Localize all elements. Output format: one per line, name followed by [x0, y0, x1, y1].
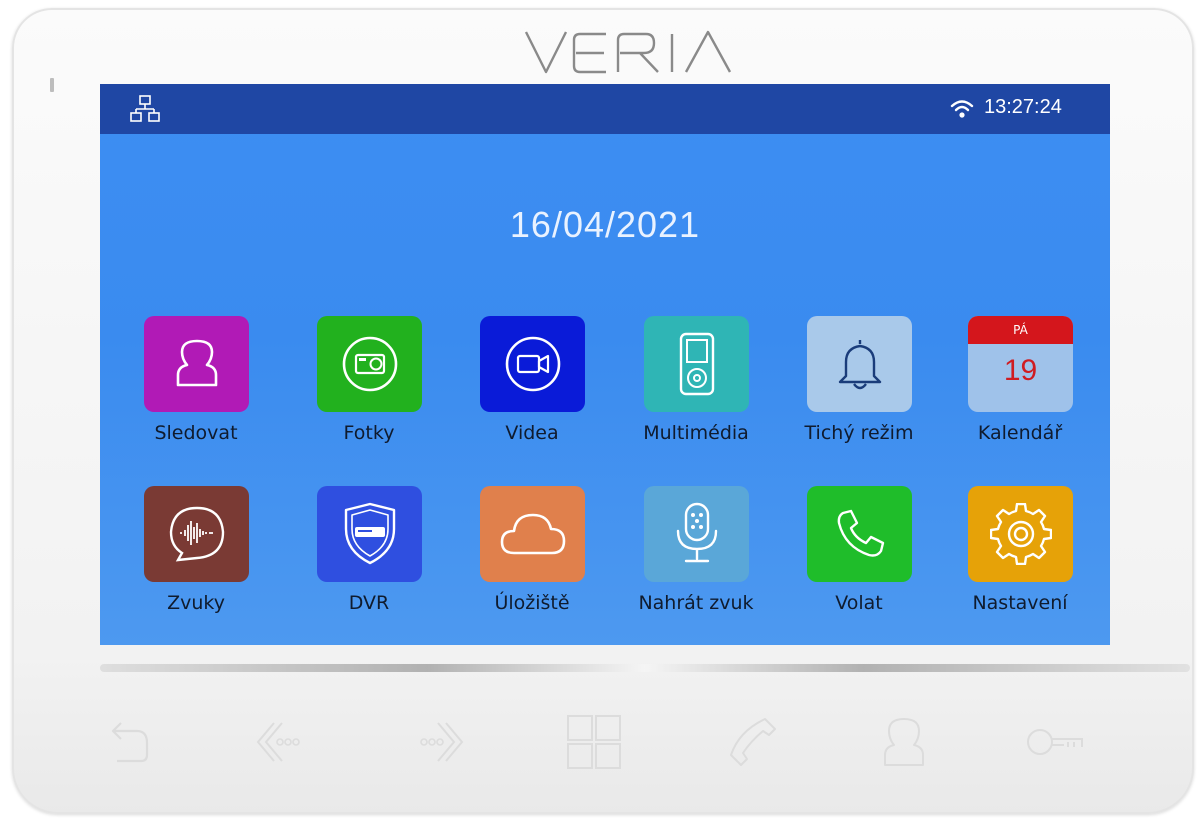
app-label: Sledovat [154, 422, 238, 444]
previous-button[interactable] [248, 710, 312, 774]
app-tile-nastaveni[interactable] [968, 486, 1073, 582]
music-player-icon [679, 332, 714, 396]
app-label: Videa [505, 422, 559, 444]
app-label: Nahrát zvuk [638, 592, 754, 614]
call-button[interactable] [720, 710, 784, 774]
network-icon [130, 95, 160, 122]
touch-screen: 13:27:24 16/04/2021 Sledovat Fotky Videa [100, 84, 1110, 645]
sound-wave-icon [169, 506, 224, 562]
app-label: DVR [348, 592, 390, 614]
app-label: Kalendář [977, 422, 1063, 444]
app-tile-nahrat-zvuk[interactable] [644, 486, 749, 582]
app-label: Úložiště [494, 592, 570, 614]
person-icon [176, 339, 217, 387]
previous-icon [256, 722, 300, 762]
calendar-day: 19 [1003, 354, 1038, 387]
bell-icon [838, 340, 881, 390]
monitor-button[interactable] [872, 710, 936, 774]
key-icon [1027, 729, 1083, 755]
app-tile-fotky[interactable] [317, 316, 422, 412]
app-label: Nastavení [972, 592, 1068, 614]
app-tile-videa[interactable] [480, 316, 585, 412]
phone-icon [837, 509, 884, 557]
app-label: Zvuky [167, 592, 225, 614]
microphone-icon [676, 502, 717, 563]
gear-icon [989, 503, 1052, 565]
unlock-button[interactable] [1024, 710, 1088, 774]
power-led [50, 78, 54, 92]
app-label: Tichý režim [804, 422, 914, 444]
menu-grid-icon [567, 715, 621, 769]
app-tile-zvuky[interactable] [144, 486, 249, 582]
menu-button[interactable] [562, 710, 626, 774]
date-display: 16/04/2021 [509, 204, 701, 245]
brand-logo [524, 30, 732, 74]
clock: 13:27:24 [984, 96, 1062, 118]
back-icon [111, 722, 149, 763]
cloud-icon [500, 513, 565, 555]
camera-icon [342, 336, 397, 392]
app-label: Multimédia [643, 422, 749, 444]
dvr-shield-icon [344, 502, 395, 565]
next-icon [420, 722, 464, 762]
app-tile-sledovat[interactable] [144, 316, 249, 412]
video-camera-icon [505, 336, 560, 392]
app-tile-dvr[interactable] [317, 486, 422, 582]
monitor-person-icon [884, 718, 924, 766]
app-label: Fotky [343, 422, 395, 444]
app-tile-multimedia[interactable] [644, 316, 749, 412]
back-button[interactable] [98, 710, 162, 774]
status-bar: 13:27:24 [100, 84, 1110, 134]
app-tile-kalendar[interactable]: PÁ 19 [968, 316, 1073, 412]
handset-icon [730, 718, 776, 766]
screen-divider [100, 664, 1190, 672]
next-button[interactable] [408, 710, 472, 774]
app-tile-uloziste[interactable] [480, 486, 585, 582]
wifi-icon [950, 100, 974, 118]
calendar-weekday: PÁ [968, 316, 1073, 344]
app-label: Volat [835, 592, 883, 614]
app-tile-tichy-rezim[interactable] [807, 316, 912, 412]
app-tile-volat[interactable] [807, 486, 912, 582]
